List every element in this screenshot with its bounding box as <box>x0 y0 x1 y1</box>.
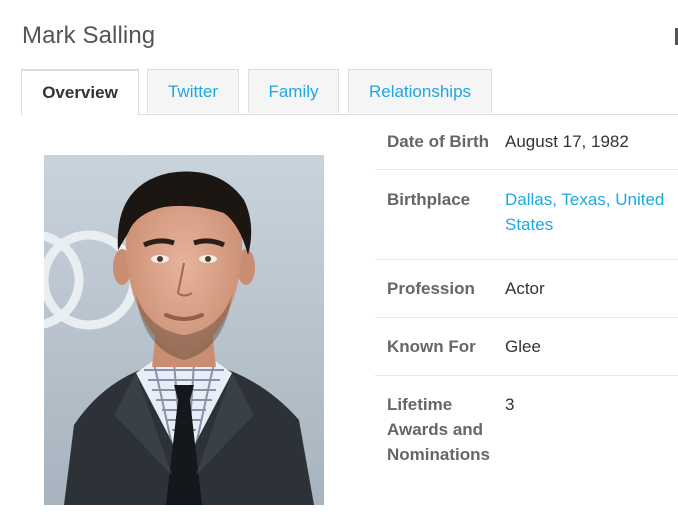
profile-photo <box>44 155 324 505</box>
tab-relationships[interactable]: Relationships <box>348 69 492 113</box>
fact-row-awards: Lifetime Awards and Nominations 3 <box>375 376 678 476</box>
fact-value: August 17, 1982 <box>505 132 629 151</box>
tab-family[interactable]: Family <box>248 69 339 113</box>
fact-value: Glee <box>505 337 541 356</box>
fact-value: 3 <box>505 395 515 414</box>
fact-label: Date of Birth <box>387 132 489 151</box>
fact-value: Actor <box>505 279 545 298</box>
birthplace-link[interactable]: Dallas, Texas, United States <box>505 187 678 237</box>
fact-label: Lifetime Awards and Nominations <box>387 395 490 464</box>
fact-row-birthplace: Birthplace Dallas, Texas, United States <box>375 170 678 260</box>
page-title: Mark Salling <box>22 22 156 49</box>
fact-row-known-for: Known For Glee <box>375 318 678 376</box>
fact-label: Known For <box>387 337 476 356</box>
tab-bar: Overview Twitter Family Relationships <box>21 69 678 115</box>
tab-overview[interactable]: Overview <box>21 69 139 115</box>
fact-row-date-of-birth: Date of Birth August 17, 1982 <box>375 114 678 170</box>
fact-label: Birthplace <box>387 190 471 209</box>
fact-row-profession: Profession Actor <box>375 260 678 318</box>
tab-twitter[interactable]: Twitter <box>147 69 239 113</box>
fact-label: Profession <box>387 279 475 298</box>
